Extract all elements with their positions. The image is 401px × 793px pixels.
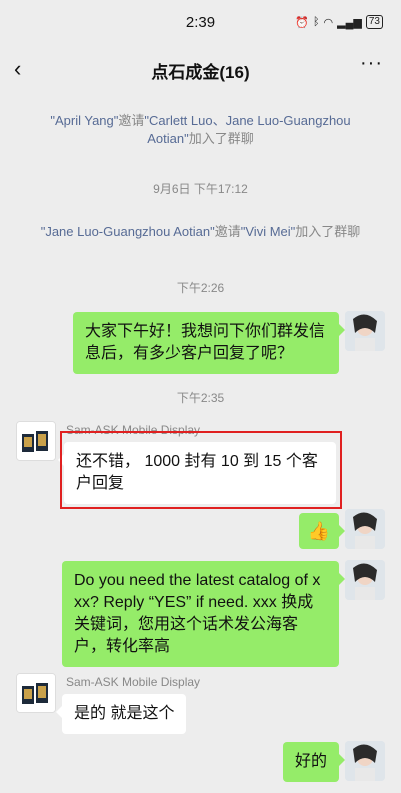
- battery-icon: 73: [365, 15, 383, 29]
- contact-avatar-icon: [17, 422, 55, 460]
- user-avatar-icon: [345, 560, 385, 600]
- wifi-icon: ◠: [323, 16, 334, 29]
- message-bubble-outgoing[interactable]: 👍: [298, 513, 346, 549]
- timestamp: 9月6日 下午17:12: [153, 182, 248, 196]
- system-icons: ⏰ ᛒ ◠ ▂▄▆ 73: [295, 15, 383, 29]
- message-bubble-incoming[interactable]: 是的 就是这个: [55, 694, 187, 734]
- contact-avatar-icon: [17, 674, 55, 712]
- chat-header: ‹ 点石成金(16) ···: [0, 46, 401, 90]
- avatar[interactable]: [16, 421, 56, 461]
- inviter-name[interactable]: "Jane Luo-Guangzhou Aotian": [41, 224, 215, 239]
- system-message: "April Yang"邀请"Carlett Luo、Jane Luo-Guan…: [30, 112, 371, 148]
- bluetooth-icon: ᛒ: [312, 16, 320, 28]
- avatar[interactable]: [16, 673, 56, 713]
- highlight-box: [60, 431, 342, 509]
- user-avatar-icon: [345, 741, 385, 781]
- more-options-icon[interactable]: ···: [360, 52, 383, 75]
- user-avatar-icon: [345, 311, 385, 351]
- system-message: "Jane Luo-Guangzhou Aotian"邀请"Vivi Mei"加…: [30, 223, 371, 241]
- avatar[interactable]: [345, 741, 385, 781]
- system-text: 加入了群聊: [188, 131, 254, 146]
- alarm-icon: ⏰: [295, 16, 309, 29]
- sender-name: Sam-ASK Mobile Display: [66, 675, 201, 689]
- user-avatar-icon: [345, 509, 385, 549]
- timestamp: 下午2:26: [176, 281, 225, 295]
- message-bubble-outgoing[interactable]: 大家下午好！我想问下你们群发信息后，有多少客户回复了呢？: [73, 312, 345, 374]
- system-text: 邀请: [118, 113, 145, 128]
- status-bar: 2:39 ⏰ ᛒ ◠ ▂▄▆ 73: [0, 0, 401, 46]
- message-bubble-outgoing[interactable]: Do you need the latest catalog of xxx? R…: [62, 561, 345, 667]
- timestamp: 下午2:35: [176, 391, 225, 405]
- avatar[interactable]: [345, 509, 385, 549]
- system-text: 加入了群聊: [295, 224, 361, 239]
- system-text: 邀请: [214, 224, 241, 239]
- chat-title: 点石成金(16): [151, 63, 250, 82]
- signal-icon: ▂▄▆: [337, 16, 362, 29]
- message-bubble-outgoing[interactable]: 好的: [282, 742, 346, 782]
- avatar[interactable]: [345, 311, 385, 351]
- inviter-name[interactable]: "April Yang": [50, 113, 118, 128]
- avatar[interactable]: [345, 560, 385, 600]
- invitee-names[interactable]: "Vivi Mei": [241, 224, 296, 239]
